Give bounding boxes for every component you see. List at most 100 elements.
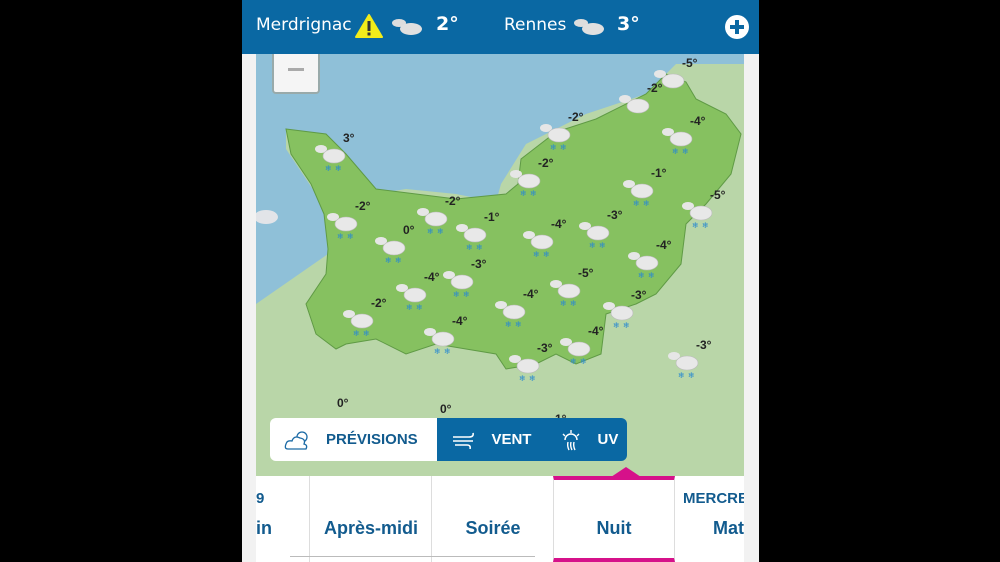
svg-text:❄: ❄ (688, 371, 695, 380)
svg-text:❄: ❄ (648, 271, 655, 280)
temperature-label[interactable]: -1° (651, 166, 666, 180)
uv-sun-icon (562, 429, 580, 450)
layer-label: PRÉVISIONS (326, 431, 418, 448)
snow-cloud-icon: ❄ ❄ (315, 145, 346, 173)
tab-apres-midi[interactable]: Après-midi (309, 476, 432, 562)
temperature-label[interactable]: -3° (696, 338, 711, 352)
snow-cloud-icon: ❄ ❄ (540, 124, 571, 152)
tab-soiree[interactable]: Soirée (431, 476, 554, 562)
svg-text:❄: ❄ (692, 221, 699, 230)
svg-text:❄: ❄ (434, 347, 441, 356)
svg-text:❄: ❄ (678, 371, 685, 380)
temperature-label[interactable]: -4° (588, 324, 603, 338)
temperature-label[interactable]: 0° (440, 402, 451, 416)
layer-switcher: PRÉVISIONS VENT UV (270, 418, 627, 461)
temperature-label[interactable]: -2° (445, 194, 460, 208)
layer-previsions[interactable]: PRÉVISIONS (270, 418, 438, 461)
temperature-label[interactable]: -3° (537, 341, 552, 355)
temperature-label[interactable]: -3° (607, 208, 622, 222)
plus-circle-icon[interactable] (724, 14, 750, 40)
svg-text:❄: ❄ (560, 143, 567, 152)
zoom-out-button[interactable] (272, 54, 320, 94)
temperature-label[interactable]: -4° (523, 287, 538, 301)
svg-text:❄: ❄ (702, 221, 709, 230)
svg-text:❄: ❄ (476, 243, 483, 252)
temperature-label[interactable]: -5° (682, 56, 697, 70)
svg-text:❄: ❄ (580, 357, 587, 366)
svg-text:❄: ❄ (437, 227, 444, 236)
svg-text:❄: ❄ (638, 271, 645, 280)
svg-text:❄: ❄ (519, 374, 526, 383)
snow-cloud-icon: ❄ ❄ (424, 328, 455, 356)
svg-text:❄: ❄ (550, 143, 557, 152)
location-rennes[interactable]: Rennes (504, 15, 566, 35)
temperature-label[interactable]: -5° (710, 188, 725, 202)
tab-nuit[interactable]: Nuit (553, 476, 675, 562)
svg-text:❄: ❄ (353, 329, 360, 338)
snow-cloud-icon: ❄ ❄ (509, 355, 540, 383)
snow-cloud-icon: ❄ ❄ (456, 224, 487, 252)
temperature-label[interactable]: -2° (647, 81, 662, 95)
app: Merdrignac 2° Rennes 3° -5° -2° ❄ ❄ -2° ❄ ❄ -4°… (242, 0, 759, 562)
svg-text:❄: ❄ (427, 227, 434, 236)
temperature-label[interactable]: 0° (337, 396, 348, 410)
temperature-label[interactable]: -3° (631, 288, 646, 302)
svg-text:❄: ❄ (560, 299, 567, 308)
temperature-label[interactable]: -4° (452, 314, 467, 328)
svg-text:❄: ❄ (416, 303, 423, 312)
location-merdrignac[interactable]: Merdrignac (256, 15, 352, 35)
tab-label: Après-midi (323, 518, 419, 538)
svg-text:❄: ❄ (347, 232, 354, 241)
temperature-label[interactable]: -3° (471, 257, 486, 271)
warning-icon[interactable] (354, 13, 384, 39)
snow-cloud-icon: ❄ ❄ (682, 202, 713, 230)
tab-previous[interactable]: 9 in (256, 476, 308, 562)
layer-uv[interactable]: UV (559, 428, 618, 452)
temperature-label[interactable]: -4° (551, 217, 566, 231)
layer-vent[interactable]: VENT (451, 431, 531, 449)
tab-label: Mat (713, 518, 744, 538)
temperature-label[interactable]: -1° (484, 210, 499, 224)
svg-text:❄: ❄ (466, 243, 473, 252)
snow-cloud-icon: ❄ ❄ (668, 352, 699, 380)
temperature-label[interactable]: -2° (568, 110, 583, 124)
snow-cloud-icon: ❄ ❄ (396, 284, 427, 312)
temperature-label[interactable]: -2° (371, 296, 386, 310)
svg-text:❄: ❄ (395, 256, 402, 265)
svg-text:❄: ❄ (589, 241, 596, 250)
svg-text:❄: ❄ (406, 303, 413, 312)
divider (290, 556, 535, 557)
svg-text:❄: ❄ (363, 329, 370, 338)
minus-icon (288, 68, 304, 71)
temperature-label[interactable]: -2° (538, 156, 553, 170)
svg-text:❄: ❄ (633, 199, 640, 208)
weather-map[interactable]: -5° -2° ❄ ❄ -2° ❄ ❄ -4° ❄ ❄ 3° ❄ ❄ -2° ❄ ❄ -1° ❄ ❄ -5° ❄ ❄ -2°… (256, 54, 744, 476)
snow-cloud-icon: ❄ ❄ (510, 170, 541, 198)
wind-icon (453, 432, 475, 449)
svg-text:❄: ❄ (599, 241, 606, 250)
snow-cloud-icon: ❄ ❄ (495, 301, 526, 329)
svg-text:❄: ❄ (325, 164, 332, 173)
temperature-label[interactable]: 0° (403, 223, 414, 237)
snow-cloud-icon (619, 95, 650, 114)
svg-text:❄: ❄ (543, 250, 550, 259)
temperature-label[interactable]: -4° (656, 238, 671, 252)
svg-text:❄: ❄ (453, 290, 460, 299)
svg-text:❄: ❄ (337, 232, 344, 241)
temperature-label[interactable]: -2° (355, 199, 370, 213)
svg-text:❄: ❄ (530, 189, 537, 198)
svg-text:❄: ❄ (385, 256, 392, 265)
tab-next[interactable]: MERCRE Mat (675, 476, 744, 562)
snow-cloud-icon: ❄ ❄ (579, 222, 610, 250)
svg-text:❄: ❄ (335, 164, 342, 173)
temperature-label[interactable]: 3° (343, 131, 354, 145)
cloudy-icon (392, 19, 422, 35)
temperature-label[interactable]: -4° (424, 270, 439, 284)
tab-day-label: MERCRE (683, 490, 744, 507)
temperature-label[interactable]: -5° (578, 266, 593, 280)
snow-cloud-icon: ❄ ❄ (343, 310, 374, 338)
snow-cloud-icon: ❄ ❄ (560, 338, 591, 366)
tab-label: in (256, 518, 272, 538)
temperature-label[interactable]: -4° (690, 114, 705, 128)
svg-text:❄: ❄ (520, 189, 527, 198)
